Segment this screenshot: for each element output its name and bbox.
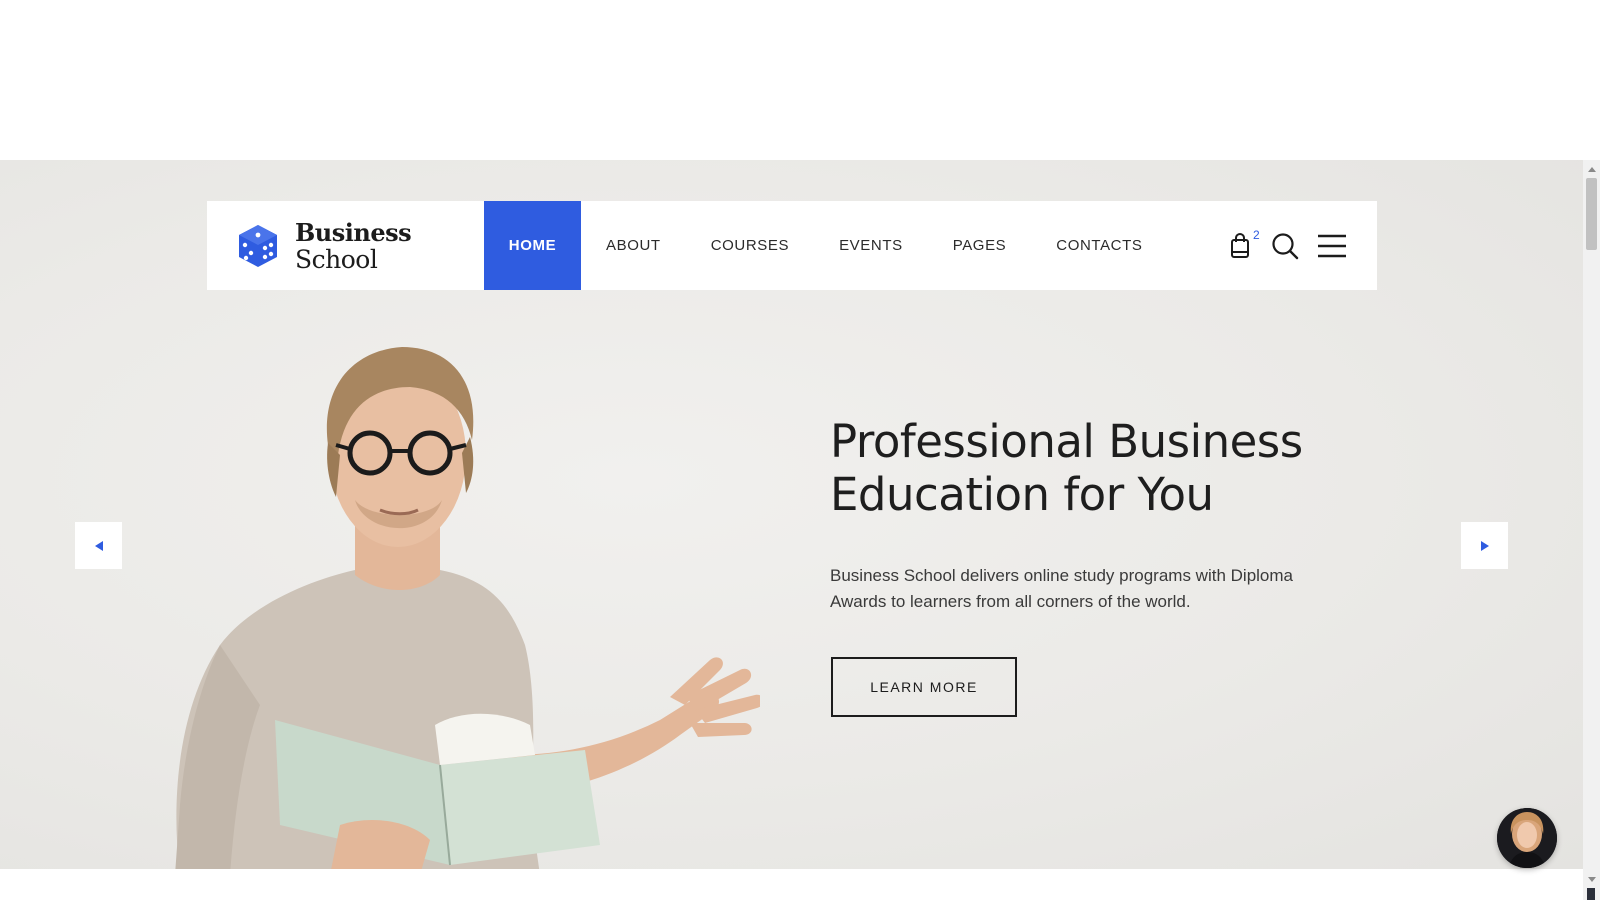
main-navbar: Business School HOME ABOUT COURSES EVENT… <box>207 201 1377 290</box>
logo-line1: Business <box>295 217 412 247</box>
search-button[interactable] <box>1271 232 1299 260</box>
cart-button[interactable]: 2 <box>1229 227 1260 262</box>
scroll-up-button[interactable] <box>1583 162 1600 176</box>
logo-line2: School <box>295 244 378 274</box>
site-logo[interactable]: Business School <box>207 201 484 290</box>
page-bottom-area <box>0 869 1583 900</box>
nav-item-courses[interactable]: COURSES <box>686 201 814 290</box>
support-agent-avatar-icon <box>1497 808 1557 868</box>
arrow-left-icon <box>94 540 103 551</box>
hero-description: Business School delivers online study pr… <box>830 566 1293 611</box>
cart-count-badge: 2 <box>1253 227 1260 242</box>
nav-item-events[interactable]: EVENTS <box>814 201 928 290</box>
chat-support-avatar[interactable] <box>1497 808 1557 868</box>
menu-toggle-button[interactable] <box>1317 233 1347 259</box>
learn-more-button[interactable]: LEARN MORE <box>831 657 1017 717</box>
slider-next-button[interactable] <box>1461 522 1508 569</box>
slider-prev-button[interactable] <box>75 522 122 569</box>
hero-slider: Professional Business Education for You … <box>0 160 1583 869</box>
chevron-up-icon <box>1587 166 1596 172</box>
nav-item-contacts[interactable]: CONTACTS <box>1031 201 1167 290</box>
dice-cube-icon <box>239 224 277 267</box>
scroll-thumb[interactable] <box>1586 178 1597 250</box>
hero-person-image <box>175 347 760 869</box>
chevron-down-icon <box>1587 876 1596 882</box>
hamburger-menu-icon <box>1318 234 1346 257</box>
vertical-scrollbar[interactable] <box>1583 160 1600 900</box>
shopping-bag-icon <box>1231 232 1249 258</box>
nav-item-home[interactable]: HOME <box>484 201 581 290</box>
logo-text: Business School <box>295 217 412 274</box>
scroll-corner <box>1587 888 1595 900</box>
nav-item-pages[interactable]: PAGES <box>928 201 1032 290</box>
nav-item-about[interactable]: ABOUT <box>581 201 686 290</box>
search-icon <box>1272 232 1299 259</box>
hero-title: Professional Business Education for You <box>830 415 1303 521</box>
nav-menu: HOME ABOUT COURSES EVENTS PAGES CONTACTS <box>484 201 1167 290</box>
scroll-down-button[interactable] <box>1583 872 1600 886</box>
page-top-blank-area <box>0 0 1600 160</box>
arrow-right-icon <box>1480 540 1489 551</box>
nav-tools: 2 <box>1229 201 1377 290</box>
